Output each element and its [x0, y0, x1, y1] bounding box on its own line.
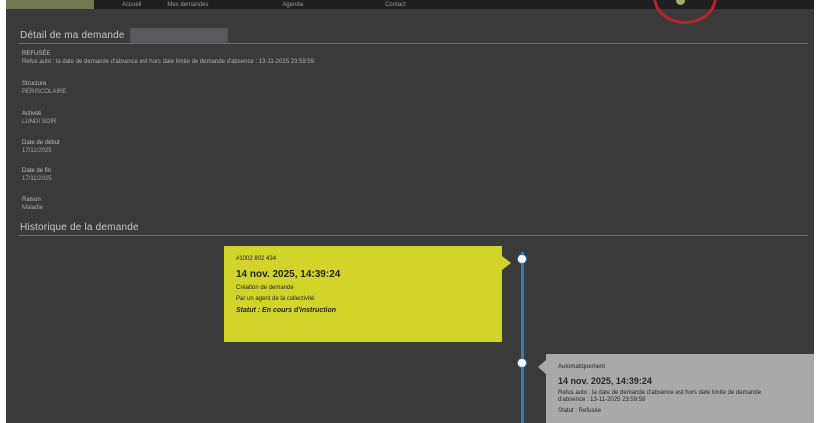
- nav-item-home[interactable]: Accueil: [122, 2, 141, 8]
- event-actor: Par un agent de la collectivité: [236, 296, 315, 302]
- field-end-date: Date de fin 17/11/2025: [22, 167, 52, 183]
- event-datetime: 14 nov. 2025, 14:39:24: [558, 376, 652, 386]
- field-label: Date de début: [22, 140, 60, 146]
- request-status-message: Refus auto : la date de demande d'absenc…: [22, 59, 315, 65]
- event-status: Statut : Refusée: [558, 408, 602, 414]
- top-navigation-bar: Accueil Mes demandes Agenda Contact: [6, 0, 814, 9]
- app-frame: Accueil Mes demandes Agenda Contact Déta…: [6, 0, 814, 423]
- event-id: #1002 802 434: [236, 256, 277, 262]
- redacted-name: [130, 28, 228, 43]
- field-value: Maladie: [22, 205, 44, 211]
- history-section-title: Historique de la demande: [20, 222, 139, 233]
- event-datetime: 14 nov. 2025, 14:39:24: [236, 269, 341, 280]
- field-value: 17/11/2025: [22, 148, 52, 154]
- detail-title-divider: [18, 43, 808, 44]
- field-label: Raison: [22, 197, 41, 203]
- timeline-line: [521, 252, 524, 423]
- event-action: Création de demande: [236, 285, 294, 291]
- timeline-event-card: #1002 802 434 14 nov. 2025, 14:39:24 Cré…: [224, 246, 511, 342]
- timeline-dot: [517, 358, 527, 368]
- detail-section-title: Détail de ma demande: [20, 30, 125, 41]
- event-id: Automatiquement: [558, 364, 606, 370]
- field-value: LUNDI SOIR: [22, 119, 57, 125]
- request-status-code: REFUSÉE: [22, 51, 51, 57]
- event-message-line: d'absence : 13-11-2025 23:59:59: [558, 397, 646, 403]
- field-label: Date de fin: [22, 168, 52, 174]
- event-message-line: Refus auto : la date de demande d'absenc…: [558, 390, 761, 396]
- event-message: Refus auto : la date de demande d'absenc…: [558, 390, 802, 404]
- nav-item-contact[interactable]: Contact: [385, 2, 406, 8]
- event-status: Statut : En cours d'instruction: [236, 307, 337, 314]
- field-activity: Activité LUNDI SOIR: [22, 110, 56, 126]
- history-title-divider: [18, 235, 808, 236]
- field-start-date: Date de début 17/11/2025: [22, 139, 60, 155]
- field-reason: Raison Maladie: [22, 196, 43, 212]
- user-avatar-icon[interactable]: [676, 0, 685, 5]
- field-value: 17/11/2025: [22, 176, 52, 182]
- field-structure: Structure PÉRISCOLAIRE: [22, 80, 66, 96]
- nav-item-requests[interactable]: Mes demandes: [167, 2, 208, 8]
- timeline-dot: [517, 254, 527, 264]
- field-value: PÉRISCOLAIRE: [22, 89, 67, 95]
- nav-item-agenda[interactable]: Agenda: [282, 2, 303, 8]
- field-label: Structure: [22, 81, 47, 87]
- field-label: Activité: [22, 111, 42, 117]
- request-status-block: REFUSÉE Refus auto : la date de demande …: [22, 50, 314, 66]
- brand-logo[interactable]: [6, 0, 94, 9]
- timeline-event-card: Automatiquement 14 nov. 2025, 14:39:24 R…: [538, 354, 814, 423]
